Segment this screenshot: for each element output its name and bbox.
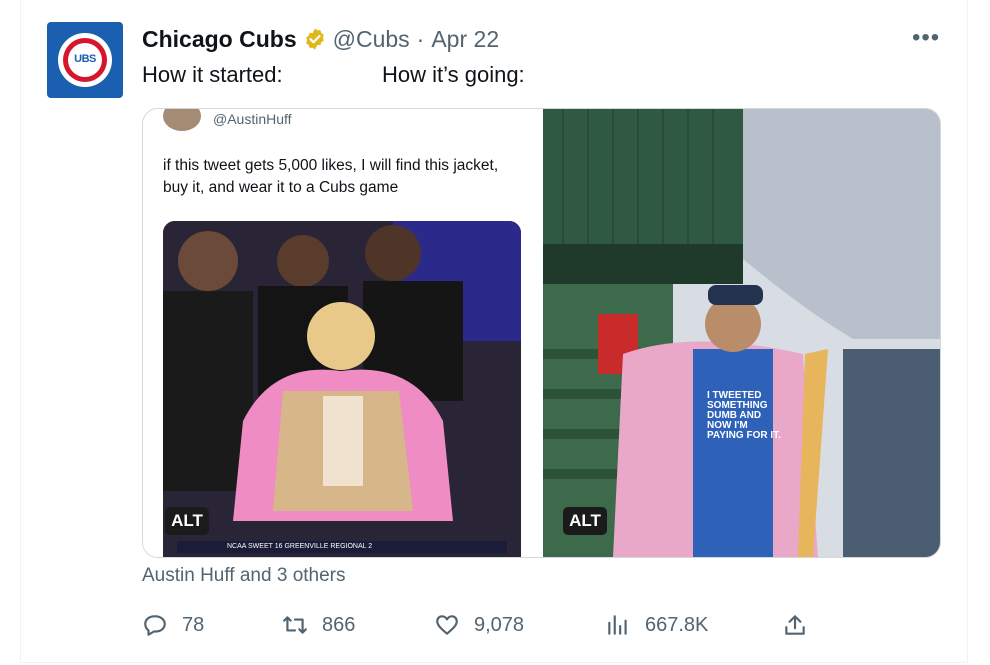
quoted-text: if this tweet gets 5,000 likes, I will f…	[163, 157, 499, 196]
views-button[interactable]: 667.8K	[605, 608, 708, 642]
tweet-text-right: How it’s going:	[382, 62, 525, 87]
tweet-date[interactable]: Apr 22	[431, 26, 499, 53]
ballpark-photo-art	[543, 109, 940, 557]
alt-button-left[interactable]: ALT	[165, 507, 209, 535]
reply-icon	[144, 615, 166, 636]
display-name[interactable]: Chicago Cubs	[142, 26, 297, 53]
tweet-text-left: How it started:	[142, 62, 283, 87]
share-icon	[785, 615, 805, 635]
basketball-photo: NCAA SWEET 16 GREENVILLE REGIONAL 2	[163, 221, 521, 557]
tv-banner: NCAA SWEET 16 GREENVILLE REGIONAL 2	[177, 541, 507, 553]
tweet-header: Chicago Cubs @Cubs · Apr 22	[142, 24, 499, 54]
retweet-count: 866	[322, 613, 356, 636]
verified-badge-icon[interactable]	[303, 27, 327, 51]
views-count: 667.8K	[645, 613, 709, 636]
quoted-handle: @AustinHuff	[213, 111, 292, 127]
separator-dot: ·	[416, 25, 425, 52]
share-button[interactable]	[782, 608, 822, 642]
retweet-button[interactable]: 866	[282, 608, 355, 642]
like-count: 9,078	[474, 613, 525, 636]
user-handle[interactable]: @Cubs	[333, 26, 410, 53]
tagged-users[interactable]: Austin Huff and 3 others	[142, 565, 346, 587]
avatar[interactable]: UBS	[47, 22, 123, 98]
basketball-photo-art	[163, 221, 521, 557]
reply-count: 78	[182, 613, 205, 636]
views-bar-chart-icon	[608, 615, 627, 635]
media-image-left[interactable]: @AustinHuff if this tweet gets 5,000 lik…	[143, 109, 541, 557]
reply-button[interactable]: 78	[142, 608, 204, 642]
heart-icon	[436, 615, 458, 635]
like-button[interactable]: 9,078	[434, 608, 524, 642]
more-horizontal-icon[interactable]: •••	[912, 24, 940, 52]
media-image-right[interactable]: I TWEETED SOMETHING DUMB AND NOW I'M PAY…	[543, 109, 940, 557]
avatar-logo-text: UBS	[74, 53, 96, 65]
action-bar: 78 866 9,078 667.8K	[142, 608, 822, 642]
quoted-avatar	[163, 109, 201, 131]
retweet-icon	[283, 616, 307, 634]
alt-button-right[interactable]: ALT	[563, 507, 607, 535]
shirt-text: I TWEETED SOMETHING DUMB AND NOW I'M PAY…	[707, 390, 781, 441]
media-grid[interactable]: @AustinHuff if this tweet gets 5,000 lik…	[142, 108, 941, 558]
